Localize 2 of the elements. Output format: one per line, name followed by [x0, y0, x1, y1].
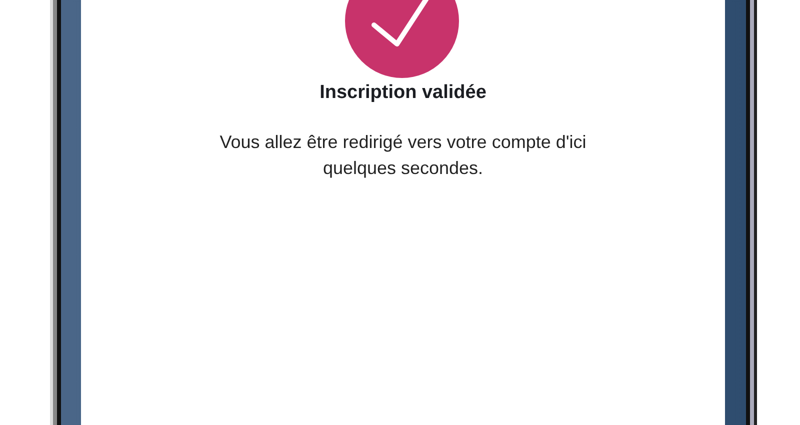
success-title: Inscription validée [320, 82, 486, 104]
redirect-message: Vous allez être redirigé vers votre compte d'ici quelques secondes. [218, 131, 588, 180]
